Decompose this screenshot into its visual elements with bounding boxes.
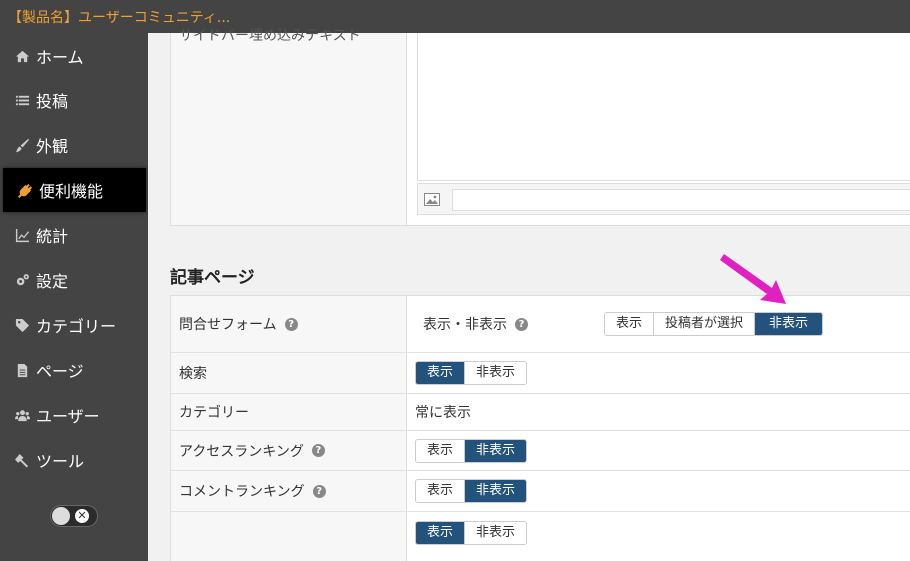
- row-value: 表示 非表示: [407, 431, 910, 470]
- sidebar-item-label: ユーザー: [36, 407, 100, 426]
- sidebar-item-features[interactable]: 便利機能: [3, 168, 146, 212]
- row-label: [171, 512, 407, 561]
- row-label: カテゴリー: [171, 394, 407, 430]
- sidebar-item-users[interactable]: ユーザー: [0, 393, 148, 437]
- sidebar-item-label: ツール: [36, 452, 85, 471]
- home-icon: [13, 49, 31, 64]
- table-row: 検索 表示 非表示: [171, 353, 910, 394]
- editor-toolbar: [417, 183, 910, 215]
- tag-icon: [13, 318, 31, 333]
- comment-ranking-label: コメントランキング: [179, 484, 305, 500]
- row-label: サイドバー埋め込みテキスト: [171, 28, 407, 225]
- sidebar-item-category[interactable]: カテゴリー: [0, 303, 148, 347]
- access-ranking-visibility-toggle: 表示 非表示: [415, 438, 528, 463]
- sidebar-item-label: 設定: [36, 272, 69, 291]
- sidebar-item-label: 便利機能: [39, 182, 104, 201]
- sidebar-item-label: ページ: [36, 362, 84, 381]
- hide-button[interactable]: 非表示: [465, 480, 527, 502]
- editor-input[interactable]: [452, 189, 910, 211]
- list-icon: [13, 93, 31, 108]
- sidebar-item-home[interactable]: ホーム: [0, 34, 148, 78]
- table-row: 表示 非表示: [171, 512, 910, 561]
- sidebar-item-stats[interactable]: 統計: [0, 213, 148, 257]
- app-title[interactable]: 【製品名】ユーザーコミュニティ...: [8, 7, 230, 27]
- unlabeled-visibility-toggle: 表示 非表示: [415, 521, 528, 545]
- row-value: 表示・非表示 ? 表示 投稿者が選択 非表示: [407, 296, 910, 352]
- help-icon[interactable]: ?: [312, 484, 326, 498]
- sidebar: ホーム 投稿 外観 便利機能 統計 設定 カテゴリー ページ ユーザー ツール: [0, 33, 148, 561]
- embed-text-editor[interactable]: [417, 33, 910, 181]
- contact-form-visibility-toggle: 表示 投稿者が選択 非表示: [604, 312, 824, 336]
- row-value: [407, 33, 910, 225]
- hide-button[interactable]: 非表示: [755, 313, 823, 335]
- search-label: 検索: [179, 366, 207, 382]
- image-icon[interactable]: [424, 193, 440, 210]
- show-button[interactable]: 表示: [416, 480, 466, 502]
- table-row: コメントランキング ? 表示 非表示: [171, 471, 910, 512]
- help-icon[interactable]: ?: [311, 444, 325, 457]
- brush-icon: [13, 138, 31, 153]
- show-button[interactable]: 表示: [416, 439, 466, 462]
- table-row: カテゴリー 常に表示: [171, 394, 910, 431]
- sidebar-item-tools[interactable]: ツール: [0, 438, 148, 482]
- users-icon: [13, 408, 31, 423]
- row-label: コメントランキング ?: [171, 471, 407, 511]
- article-settings-table: 問合せフォーム ? 表示・非表示 ? 表示 投稿者が選択 非表示 検索 表示 非…: [170, 295, 910, 561]
- category-value: 常に表示: [415, 405, 471, 421]
- show-button[interactable]: 表示: [605, 313, 655, 335]
- toggle-knob: [52, 507, 70, 525]
- chart-icon: [13, 228, 31, 243]
- sidebar-item-appearance[interactable]: 外観: [0, 123, 148, 167]
- contact-form-label: 問合せフォーム: [179, 317, 277, 333]
- help-icon[interactable]: ?: [284, 317, 298, 331]
- close-icon: ✕: [75, 509, 89, 523]
- sidebar-item-settings[interactable]: 設定: [0, 258, 148, 302]
- plug-icon: [16, 183, 34, 198]
- category-label: カテゴリー: [179, 405, 249, 421]
- page-icon: [13, 363, 31, 378]
- hide-button[interactable]: 非表示: [465, 439, 527, 462]
- sidebar-embed-label: サイドバー埋め込みテキスト: [179, 28, 361, 44]
- row-value: 表示 非表示: [407, 512, 910, 561]
- help-icon[interactable]: ?: [515, 317, 528, 331]
- row-value: 常に表示: [407, 394, 910, 430]
- hide-button[interactable]: 非表示: [465, 362, 527, 384]
- sidebar-item-label: 統計: [36, 227, 69, 246]
- sidebar-item-posts[interactable]: 投稿: [0, 78, 148, 122]
- row-value: 表示 非表示: [407, 353, 910, 393]
- sidebar-item-label: カテゴリー: [36, 317, 117, 336]
- collapse-toggle[interactable]: ✕: [50, 505, 98, 527]
- top-bar: 【製品名】ユーザーコミュニティ...: [0, 0, 910, 33]
- access-ranking-label: アクセスランキング: [179, 443, 304, 460]
- sidebar-item-label: 投稿: [36, 92, 69, 111]
- sidebar-widget-table: サイドバー埋め込みテキスト: [170, 28, 910, 226]
- row-value: 表示 非表示: [407, 471, 910, 511]
- visibility-sub-label: 表示・非表示: [423, 317, 507, 333]
- row-label: 問合せフォーム ?: [171, 296, 407, 352]
- author-select-button[interactable]: 投稿者が選択: [654, 313, 756, 335]
- show-button[interactable]: 表示: [416, 362, 466, 384]
- section-heading-article-page: 記事ページ: [170, 268, 255, 288]
- comment-ranking-visibility-toggle: 表示 非表示: [415, 479, 528, 503]
- table-row: サイドバー埋め込みテキスト: [171, 28, 910, 225]
- search-visibility-toggle: 表示 非表示: [415, 361, 528, 385]
- sidebar-item-pages[interactable]: ページ: [0, 348, 148, 392]
- hide-button[interactable]: 非表示: [465, 522, 527, 544]
- sidebar-item-label: ホーム: [36, 48, 84, 67]
- table-row: アクセスランキング ? 表示 非表示: [171, 431, 910, 471]
- show-button[interactable]: 表示: [416, 522, 466, 544]
- wrench-icon: [13, 453, 31, 468]
- annotation-arrow-icon: [720, 254, 786, 304]
- gears-icon: [13, 273, 31, 288]
- sidebar-item-label: 外観: [36, 137, 69, 156]
- row-label: 検索: [171, 353, 407, 393]
- row-label: アクセスランキング ?: [171, 431, 407, 470]
